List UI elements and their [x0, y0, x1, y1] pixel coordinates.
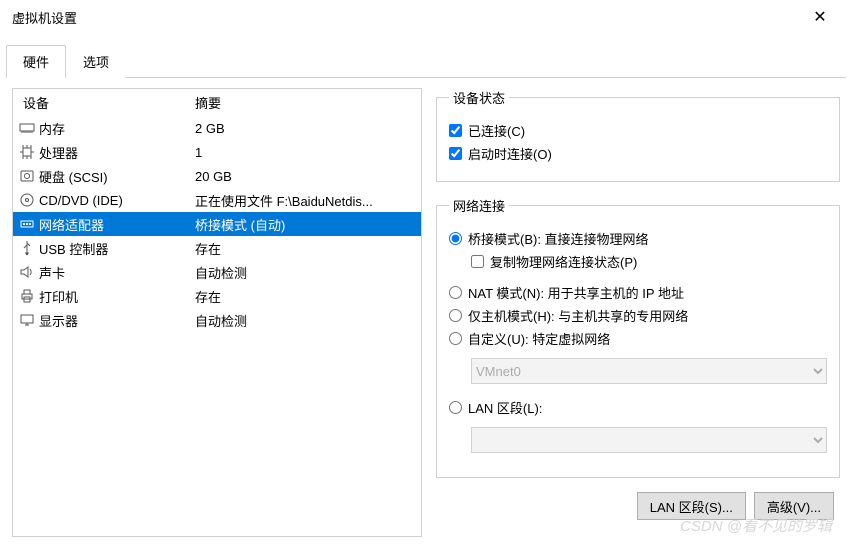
printer-icon	[15, 288, 39, 304]
device-summary: 正在使用文件 F:\BaiduNetdis...	[195, 191, 419, 210]
custom-label: 自定义(U): 特定虚拟网络	[468, 329, 610, 348]
nat-radio-row[interactable]: NAT 模式(N): 用于共享主机的 IP 地址	[449, 283, 827, 302]
device-name: CD/DVD (IDE)	[39, 193, 195, 208]
cpu-icon	[15, 144, 39, 160]
column-device: 设备	[15, 93, 195, 112]
cd-icon	[15, 192, 39, 208]
device-list[interactable]: 内存2 GB处理器1硬盘 (SCSI)20 GBCD/DVD (IDE)正在使用…	[13, 116, 421, 536]
network-connection-group: 网络连接 桥接模式(B): 直接连接物理网络 复制物理网络连接状态(P) NAT…	[436, 196, 840, 478]
settings-panel: 设备状态 已连接(C) 启动时连接(O) 网络连接 桥接模式(B): 直接连接物…	[436, 88, 840, 537]
device-row[interactable]: USB 控制器存在	[13, 236, 421, 260]
device-status-group: 设备状态 已连接(C) 启动时连接(O)	[436, 88, 840, 182]
window-title: 虚拟机设置	[12, 8, 800, 27]
column-summary: 摘要	[195, 93, 419, 112]
connected-checkbox[interactable]	[449, 124, 462, 137]
lan-segment-radio-row[interactable]: LAN 区段(L):	[449, 398, 827, 417]
connected-label: 已连接(C)	[468, 121, 525, 140]
tab-options[interactable]: 选项	[66, 45, 126, 78]
device-name: 声卡	[39, 263, 195, 282]
hostonly-radio-row[interactable]: 仅主机模式(H): 与主机共享的专用网络	[449, 306, 827, 325]
network-icon	[15, 216, 39, 232]
tab-hardware[interactable]: 硬件	[6, 45, 66, 78]
lan-segment-select[interactable]	[471, 427, 827, 453]
device-summary: 存在	[195, 239, 419, 258]
device-row[interactable]: 处理器1	[13, 140, 421, 164]
nat-radio[interactable]	[449, 286, 462, 299]
tab-strip: 硬件 选项	[0, 44, 852, 77]
device-name: 显示器	[39, 311, 195, 330]
custom-radio-row[interactable]: 自定义(U): 特定虚拟网络	[449, 329, 827, 348]
memory-icon	[15, 120, 39, 136]
device-row[interactable]: 硬盘 (SCSI)20 GB	[13, 164, 421, 188]
bridged-radio-row[interactable]: 桥接模式(B): 直接连接物理网络	[449, 229, 827, 248]
lan-segment-radio[interactable]	[449, 401, 462, 414]
device-row[interactable]: 内存2 GB	[13, 116, 421, 140]
network-connection-legend: 网络连接	[449, 196, 509, 215]
connect-poweron-checkbox-row[interactable]: 启动时连接(O)	[449, 144, 827, 163]
custom-network-select[interactable]: VMnet0	[471, 358, 827, 384]
device-summary: 2 GB	[195, 121, 419, 136]
hostonly-radio[interactable]	[449, 309, 462, 322]
lan-segments-button[interactable]: LAN 区段(S)...	[637, 492, 746, 520]
device-name: 打印机	[39, 287, 195, 306]
device-summary: 1	[195, 145, 419, 160]
device-summary: 自动检测	[195, 263, 419, 282]
device-list-header: 设备 摘要	[13, 89, 421, 116]
usb-icon	[15, 240, 39, 256]
device-row[interactable]: 打印机存在	[13, 284, 421, 308]
connect-poweron-checkbox[interactable]	[449, 147, 462, 160]
action-buttons: LAN 区段(S)... 高级(V)...	[436, 492, 840, 520]
device-name: 内存	[39, 119, 195, 138]
vm-settings-window: 虚拟机设置 ✕ 硬件 选项 设备 摘要 内存2 GB处理器1硬盘 (SCSI)2…	[0, 0, 852, 550]
device-list-panel: 设备 摘要 内存2 GB处理器1硬盘 (SCSI)20 GBCD/DVD (ID…	[12, 88, 422, 537]
device-summary: 存在	[195, 287, 419, 306]
advanced-button[interactable]: 高级(V)...	[754, 492, 834, 520]
device-status-legend: 设备状态	[449, 88, 509, 107]
device-row[interactable]: 声卡自动检测	[13, 260, 421, 284]
custom-radio[interactable]	[449, 332, 462, 345]
device-name: 处理器	[39, 143, 195, 162]
bridged-label: 桥接模式(B): 直接连接物理网络	[468, 229, 649, 248]
device-row[interactable]: CD/DVD (IDE)正在使用文件 F:\BaiduNetdis...	[13, 188, 421, 212]
device-summary: 20 GB	[195, 169, 419, 184]
disk-icon	[15, 168, 39, 184]
device-summary: 自动检测	[195, 311, 419, 330]
connected-checkbox-row[interactable]: 已连接(C)	[449, 121, 827, 140]
device-summary: 桥接模式 (自动)	[195, 215, 419, 234]
hostonly-label: 仅主机模式(H): 与主机共享的专用网络	[468, 306, 688, 325]
device-name: 硬盘 (SCSI)	[39, 167, 195, 186]
replicate-label: 复制物理网络连接状态(P)	[490, 252, 637, 271]
device-row[interactable]: 显示器自动检测	[13, 308, 421, 332]
device-row[interactable]: 网络适配器桥接模式 (自动)	[13, 212, 421, 236]
close-button[interactable]: ✕	[800, 2, 840, 32]
bridged-radio[interactable]	[449, 232, 462, 245]
device-name: 网络适配器	[39, 215, 195, 234]
tab-content: 设备 摘要 内存2 GB处理器1硬盘 (SCSI)20 GBCD/DVD (ID…	[6, 77, 846, 547]
title-bar: 虚拟机设置 ✕	[0, 0, 852, 34]
replicate-checkbox-row[interactable]: 复制物理网络连接状态(P)	[471, 252, 827, 271]
lan-segment-label: LAN 区段(L):	[468, 398, 542, 417]
sound-icon	[15, 264, 39, 280]
replicate-checkbox[interactable]	[471, 255, 484, 268]
device-name: USB 控制器	[39, 239, 195, 258]
connect-poweron-label: 启动时连接(O)	[468, 144, 552, 163]
display-icon	[15, 312, 39, 328]
nat-label: NAT 模式(N): 用于共享主机的 IP 地址	[468, 283, 684, 302]
